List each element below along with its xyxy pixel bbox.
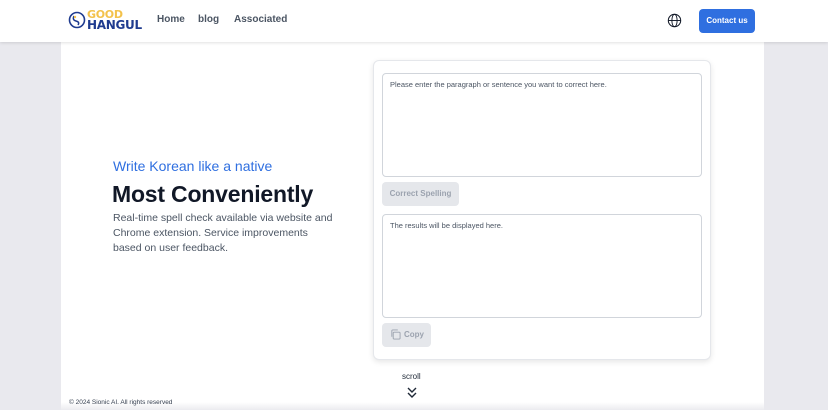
correct-spelling-button[interactable]: Correct Spelling [382, 182, 459, 206]
top-header: GOOD HANGUL Home blog Associated Contact… [0, 0, 828, 42]
hero-description: Real-time spell check available via webs… [113, 212, 333, 254]
footer-copyright: © 2024 Sionic AI. All rights reserved [69, 399, 173, 406]
double-chevron-down-icon[interactable] [406, 386, 418, 400]
scroll-label: scroll [402, 372, 421, 381]
logo-text-hangul: HANGUL [87, 18, 142, 32]
hero-tagline: Write Korean like a native [113, 158, 273, 174]
globe-icon[interactable] [667, 13, 682, 28]
logo[interactable]: GOOD HANGUL [68, 9, 142, 32]
copy-icon [391, 329, 401, 340]
contact-us-button[interactable]: Contact us [699, 9, 755, 33]
logo-mark-icon [68, 11, 86, 29]
nav-home[interactable]: Home [157, 14, 185, 25]
copy-label: Copy [404, 330, 424, 339]
nav-blog[interactable]: blog [198, 14, 219, 25]
nav-associated[interactable]: Associated [234, 14, 287, 25]
result-output: The results will be displayed here. [382, 214, 702, 318]
text-input[interactable] [382, 73, 702, 177]
copy-button[interactable]: Copy [382, 323, 431, 347]
hero-headline: Most Conveniently [112, 181, 314, 207]
